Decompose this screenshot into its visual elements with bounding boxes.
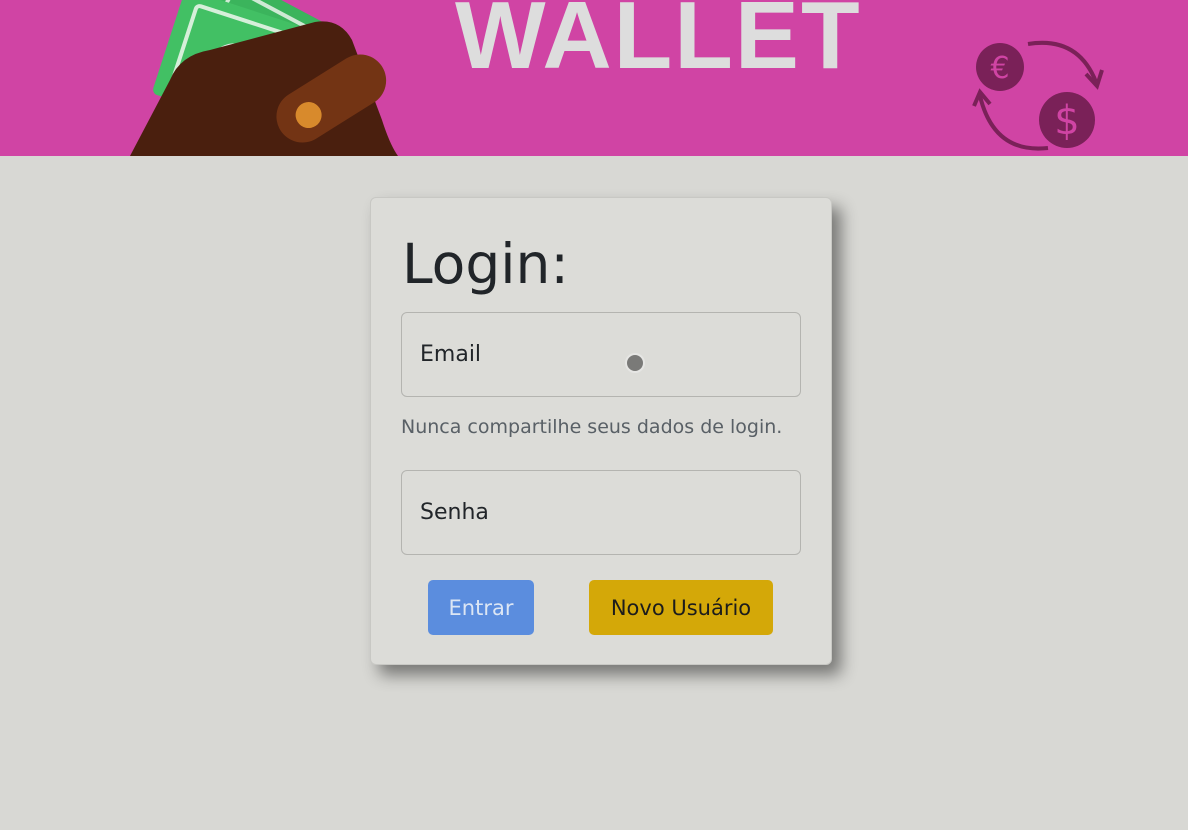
email-help-text: Nunca compartilhe seus dados de login. [401, 416, 783, 438]
currency-exchange-icon: € $ [972, 40, 1104, 151]
login-title: Login: [402, 232, 569, 296]
email-input[interactable] [402, 313, 800, 396]
dollar-symbol: $ [1054, 98, 1079, 144]
password-input[interactable] [402, 471, 800, 554]
euro-symbol: € [990, 51, 1009, 86]
password-field-box [401, 470, 801, 555]
header-banner: WALLET € $ [0, 0, 1188, 156]
wallet-with-cash-icon [130, 0, 398, 156]
email-field-box [401, 312, 801, 397]
new-user-button[interactable]: Novo Usuário [589, 580, 773, 635]
login-button[interactable]: Entrar [428, 580, 534, 635]
login-card: Login: Nunca compartilhe seus dados de l… [370, 197, 832, 665]
banner-title: WALLET [455, 0, 862, 89]
mouse-cursor-indicator [625, 353, 645, 373]
